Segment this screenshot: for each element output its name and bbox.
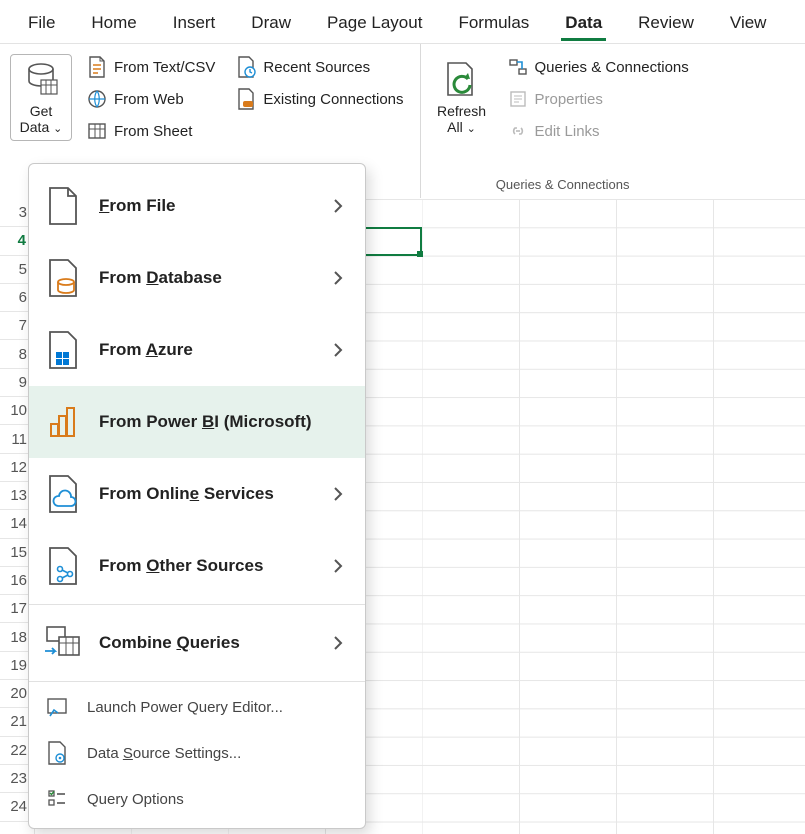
refresh-line1: Refresh <box>437 103 486 119</box>
group-label-queries-connections: Queries & Connections <box>427 175 699 196</box>
edit-links-button: Edit Links <box>503 118 693 144</box>
globe-icon <box>86 88 108 110</box>
existing-connections-label: Existing Connections <box>263 91 403 108</box>
from-sheet-label: From Sheet <box>114 123 192 140</box>
tab-data[interactable]: Data <box>547 3 620 41</box>
chevron-right-icon <box>333 270 349 286</box>
link-icon <box>507 120 529 142</box>
ribbon-tabs: File Home Insert Draw Page Layout Formul… <box>0 0 805 44</box>
file-icon <box>43 186 83 226</box>
chevron-right-icon <box>333 198 349 214</box>
from-sheet-button[interactable]: From Sheet <box>82 118 219 144</box>
chevron-down-icon: ⌄ <box>467 123 476 135</box>
edit-links-label: Edit Links <box>535 123 600 140</box>
menu-query-options-label: Query Options <box>87 791 349 808</box>
menu-combine-queries[interactable]: Combine Queries <box>29 607 365 679</box>
powerbi-icon <box>43 402 83 442</box>
menu-ds-settings-label: Data Source Settings... <box>87 745 349 762</box>
from-textcsv-label: From Text/CSV <box>114 59 215 76</box>
tab-file[interactable]: File <box>10 3 73 41</box>
menu-separator <box>29 681 365 682</box>
menu-launch-pqe-label: Launch Power Query Editor... <box>87 699 349 716</box>
refresh-all-button[interactable]: Refresh All ⌄ <box>431 54 493 141</box>
file-cloud-icon <box>43 474 83 514</box>
chevron-right-icon <box>333 558 349 574</box>
connections-icon <box>507 56 529 78</box>
tab-insert[interactable]: Insert <box>155 3 234 41</box>
file-gear-icon <box>43 739 71 767</box>
menu-from-online-label: From Online Services <box>99 484 317 504</box>
menu-query-options[interactable]: Query Options <box>29 776 365 822</box>
editor-icon <box>43 693 71 721</box>
menu-from-database-label: From Database <box>99 268 317 288</box>
queries-connections-label: Queries & Connections <box>535 59 689 76</box>
file-text-icon <box>86 56 108 78</box>
menu-from-file[interactable]: From File <box>29 170 365 242</box>
menu-from-azure-label: From Azure <box>99 340 317 360</box>
from-web-label: From Web <box>114 91 184 108</box>
from-textcsv-button[interactable]: From Text/CSV <box>82 54 219 80</box>
file-database-icon <box>43 258 83 298</box>
properties-icon <box>507 88 529 110</box>
chevron-right-icon <box>333 635 349 651</box>
tab-page-layout[interactable]: Page Layout <box>309 3 440 41</box>
refresh-icon <box>442 59 482 99</box>
menu-from-other-sources[interactable]: From Other Sources <box>29 530 365 602</box>
combine-icon <box>43 623 83 663</box>
queries-connections-button[interactable]: Queries & Connections <box>503 54 693 80</box>
menu-launch-pqe[interactable]: Launch Power Query Editor... <box>29 684 365 730</box>
file-azure-icon <box>43 330 83 370</box>
checklist-icon <box>43 785 71 813</box>
chevron-right-icon <box>333 342 349 358</box>
tab-formulas[interactable]: Formulas <box>440 3 547 41</box>
menu-from-powerbi[interactable]: From Power BI (Microsoft) <box>29 386 365 458</box>
file-link-icon <box>235 88 257 110</box>
menu-combine-label: Combine Queries <box>99 633 317 653</box>
menu-from-powerbi-label: From Power BI (Microsoft) <box>99 412 349 432</box>
menu-from-online-services[interactable]: From Online Services <box>29 458 365 530</box>
menu-from-file-label: From File <box>99 196 317 216</box>
file-branch-icon <box>43 546 83 586</box>
properties-label: Properties <box>535 91 603 108</box>
existing-connections-button[interactable]: Existing Connections <box>231 86 407 112</box>
menu-separator <box>29 604 365 605</box>
get-data-line2: Data <box>20 119 50 135</box>
from-web-button[interactable]: From Web <box>82 86 219 112</box>
properties-button: Properties <box>503 86 693 112</box>
menu-data-source-settings[interactable]: Data Source Settings... <box>29 730 365 776</box>
menu-from-database[interactable]: From Database <box>29 242 365 314</box>
database-arrow-icon <box>21 59 61 99</box>
get-data-line1: Get <box>30 103 53 119</box>
tab-view[interactable]: View <box>712 3 785 41</box>
recent-sources-button[interactable]: Recent Sources <box>231 54 407 80</box>
chevron-down-icon: ⌄ <box>53 123 62 135</box>
get-data-menu: From File From Database From Azure From … <box>28 163 366 829</box>
refresh-line2: All <box>447 119 463 135</box>
recent-sources-label: Recent Sources <box>263 59 370 76</box>
tab-review[interactable]: Review <box>620 3 712 41</box>
chevron-right-icon <box>333 486 349 502</box>
menu-from-azure[interactable]: From Azure <box>29 314 365 386</box>
tab-home[interactable]: Home <box>73 3 154 41</box>
table-icon <box>86 120 108 142</box>
menu-from-other-label: From Other Sources <box>99 556 317 576</box>
get-data-button[interactable]: Get Data ⌄ <box>10 54 72 141</box>
tab-draw[interactable]: Draw <box>233 3 309 41</box>
file-clock-icon <box>235 56 257 78</box>
